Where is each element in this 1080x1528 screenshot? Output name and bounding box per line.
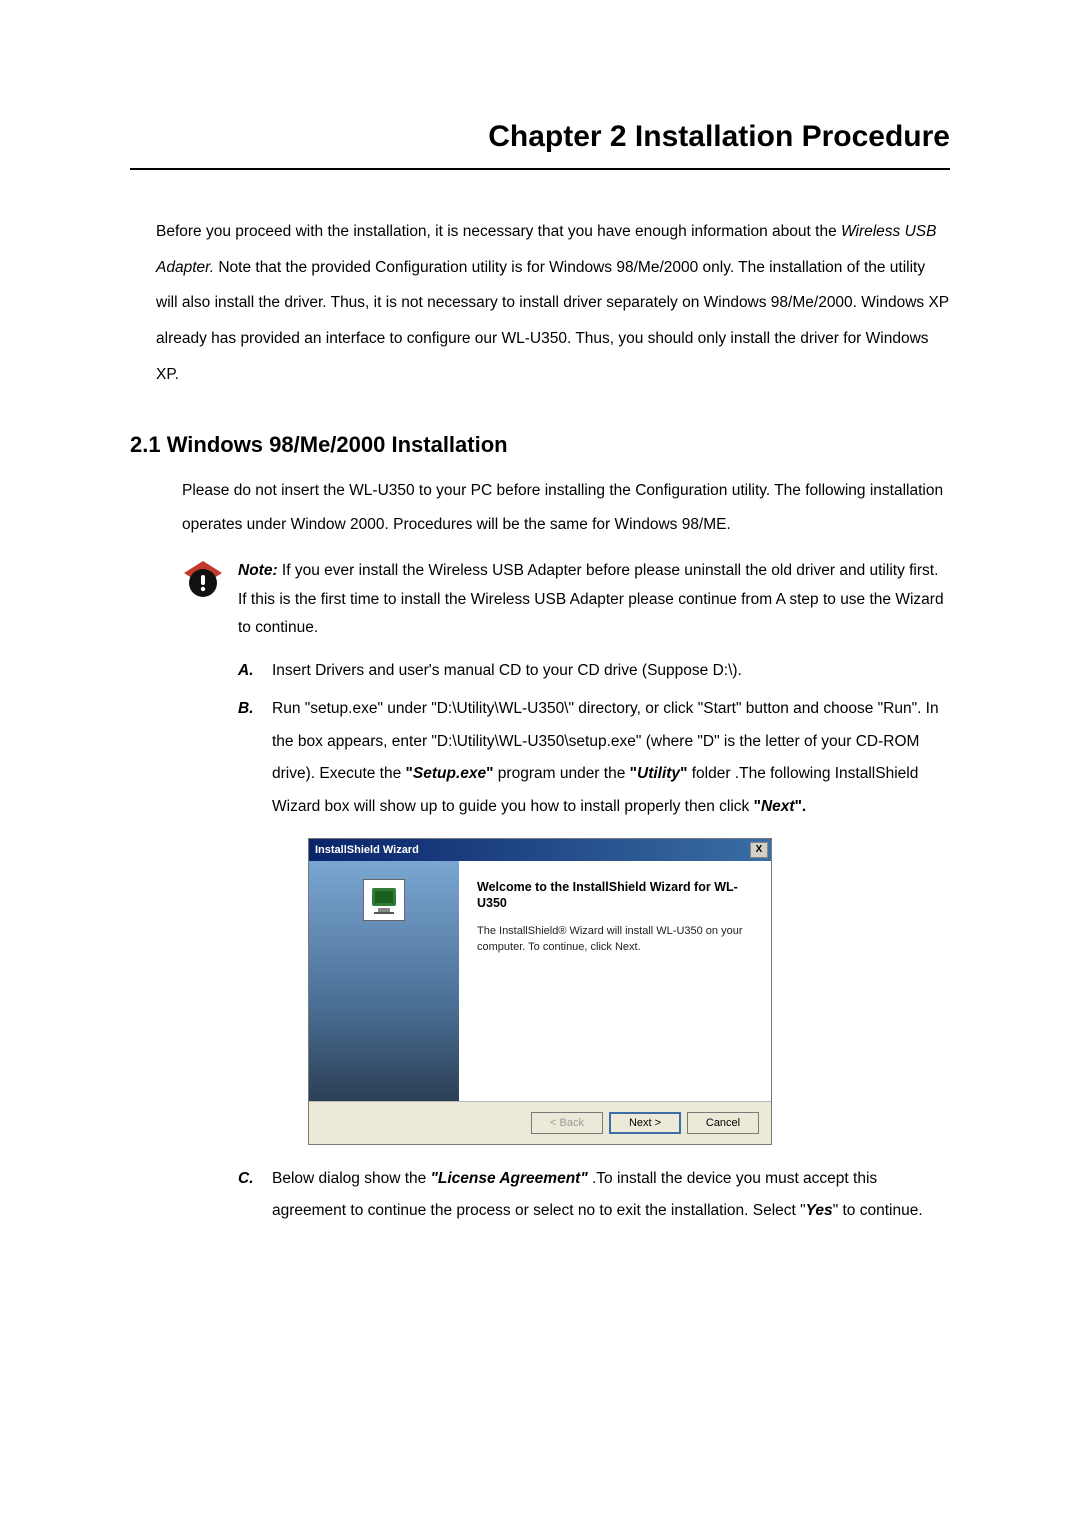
- intro-text-c: Note that the provided Configuration uti…: [156, 259, 949, 383]
- note-icon: [182, 559, 224, 601]
- step-letter-a: A.: [238, 655, 272, 688]
- note-text: Note: If you ever install the Wireless U…: [238, 557, 950, 643]
- wizard-buttons: < Back Next > Cancel: [309, 1101, 771, 1144]
- step-b-body: Run "setup.exe" under "D:\Utility\WL-U35…: [272, 693, 950, 823]
- document-page: Chapter 2 Installation Procedure Before …: [0, 0, 1080, 1528]
- wizard-description: The InstallShield® Wizard will install W…: [477, 924, 753, 955]
- chapter-title: Chapter 2 Installation Procedure: [130, 120, 950, 170]
- back-button: < Back: [531, 1112, 603, 1134]
- intro-text-a: Before you proceed with the installation…: [156, 223, 841, 240]
- wizard-content: Welcome to the InstallShield Wizard for …: [459, 861, 771, 1101]
- note-label: Note:: [238, 562, 278, 579]
- cancel-button[interactable]: Cancel: [687, 1112, 759, 1134]
- note-block: Note: If you ever install the Wireless U…: [182, 557, 950, 643]
- note-body: If you ever install the Wireless USB Ada…: [238, 562, 944, 636]
- step-a: A. Insert Drivers and user's manual CD t…: [238, 655, 950, 688]
- step-letter-b: B.: [238, 693, 272, 823]
- steps-list: A. Insert Drivers and user's manual CD t…: [238, 655, 950, 824]
- computer-icon: [363, 879, 405, 921]
- installshield-wizard: InstallShield Wizard X Welcome to: [308, 838, 772, 1145]
- wizard-title: InstallShield Wizard: [315, 844, 419, 856]
- close-icon[interactable]: X: [750, 842, 768, 858]
- step-a-body: Insert Drivers and user's manual CD to y…: [272, 655, 950, 688]
- wizard-titlebar: InstallShield Wizard X: [309, 839, 771, 861]
- section-title: 2.1 Windows 98/Me/2000 Installation: [130, 432, 950, 458]
- steps-list-cont: C. Below dialog show the "License Agreem…: [238, 1163, 950, 1228]
- wizard-screenshot: InstallShield Wizard X Welcome to: [130, 838, 950, 1145]
- wizard-side-panel: [309, 861, 459, 1101]
- step-b: B. Run "setup.exe" under "D:\Utility\WL-…: [238, 693, 950, 823]
- wizard-body: Welcome to the InstallShield Wizard for …: [309, 861, 771, 1101]
- next-button[interactable]: Next >: [609, 1112, 681, 1134]
- wizard-heading: Welcome to the InstallShield Wizard for …: [477, 879, 753, 913]
- intro-paragraph: Before you proceed with the installation…: [156, 214, 950, 392]
- step-c: C. Below dialog show the "License Agreem…: [238, 1163, 950, 1228]
- section-intro: Please do not insert the WL-U350 to your…: [182, 474, 950, 541]
- step-c-body: Below dialog show the "License Agreement…: [272, 1163, 950, 1228]
- step-letter-c: C.: [238, 1163, 272, 1228]
